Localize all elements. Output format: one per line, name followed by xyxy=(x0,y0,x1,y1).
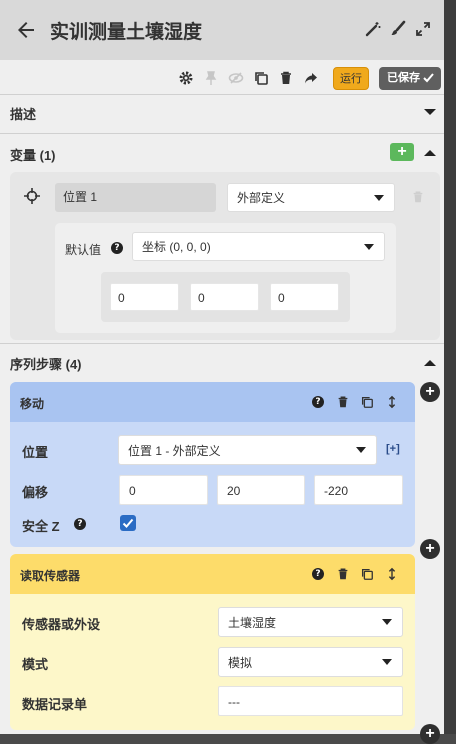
chevron-down-icon[interactable] xyxy=(423,107,437,117)
description-section-title[interactable]: 描述 xyxy=(10,104,36,123)
coord-y-input[interactable]: 0 xyxy=(190,283,259,311)
variable-type-value: 外部定义 xyxy=(237,191,286,205)
help-icon[interactable]: ? xyxy=(111,242,123,254)
sensor-value: 土壤湿度 xyxy=(228,616,277,630)
title-bar: 实训测量土壤湿度 xyxy=(0,0,444,60)
divider xyxy=(0,343,444,344)
offset-label: 偏移 xyxy=(22,485,49,500)
variables-section-title[interactable]: 变量 (1) xyxy=(10,145,56,164)
position-select[interactable]: 位置 1 - 外部定义 xyxy=(118,435,377,465)
duplicate-icon[interactable] xyxy=(360,395,374,409)
saved-button[interactable]: 已保存 xyxy=(379,67,441,90)
default-value-label: 默认值 xyxy=(65,241,101,258)
back-arrow-icon[interactable] xyxy=(14,18,38,42)
coord-z-input[interactable]: 0 xyxy=(270,283,339,311)
help-icon[interactable]: ? xyxy=(312,396,324,408)
run-button[interactable]: 运行 xyxy=(333,67,369,90)
safe-z-checkbox[interactable] xyxy=(120,515,136,531)
magic-wand-icon[interactable] xyxy=(364,20,382,38)
read-sensor-step-header[interactable]: 读取传感器 ? xyxy=(10,554,415,594)
check-icon xyxy=(423,73,434,83)
caret-down-icon xyxy=(364,243,374,250)
pin-icon[interactable] xyxy=(203,70,219,86)
check-icon xyxy=(122,518,134,528)
page-title: 实训测量土壤湿度 xyxy=(50,21,203,43)
variable-name-field[interactable]: 位置 1 xyxy=(55,183,216,212)
default-value-selected: 坐标 (0, 0, 0) xyxy=(142,240,211,254)
variable-type-select[interactable]: 外部定义 xyxy=(227,183,395,212)
eye-slash-icon[interactable] xyxy=(228,70,244,86)
divider xyxy=(0,94,444,95)
default-value-text: 默认值 xyxy=(65,243,102,257)
caret-down-icon xyxy=(382,619,392,625)
move-step-title: 移动 xyxy=(20,397,45,411)
sensor-label: 传感器或外设 xyxy=(22,617,101,632)
datatable-label: 数据记录单 xyxy=(22,697,88,712)
caret-down-icon xyxy=(374,194,384,201)
crosshair-icon xyxy=(24,188,40,204)
chevron-up-icon[interactable] xyxy=(423,148,437,158)
duplicate-icon[interactable] xyxy=(360,567,374,581)
mode-select[interactable]: 模拟 xyxy=(218,647,403,677)
offset-x-input[interactable]: 0 xyxy=(119,475,208,505)
steps-section-title[interactable]: 序列步骤 (4) xyxy=(10,354,82,373)
sequence-editor-panel: 实训测量土壤湿度 运行 已保存 描述 变量 (1) + 位置 1 外部定义 默认… xyxy=(0,0,444,734)
divider xyxy=(0,133,444,134)
add-variable-button[interactable]: + xyxy=(390,143,414,161)
add-step-button[interactable]: + xyxy=(420,382,440,402)
expand-icon[interactable] xyxy=(414,20,432,38)
drag-handle-icon[interactable] xyxy=(385,395,399,409)
mode-value: 模拟 xyxy=(228,656,253,670)
trash-icon[interactable] xyxy=(411,190,425,204)
add-step-button[interactable]: + xyxy=(420,539,440,559)
trash-icon[interactable] xyxy=(336,395,350,409)
chevron-up-icon[interactable] xyxy=(423,358,437,368)
saved-label: 已保存 xyxy=(387,72,420,84)
add-step-button[interactable]: + xyxy=(420,724,440,744)
offset-y-input[interactable]: 20 xyxy=(217,475,305,505)
share-icon[interactable] xyxy=(303,70,319,86)
help-icon[interactable]: ? xyxy=(74,518,86,530)
move-step-header[interactable]: 移动 ? xyxy=(10,382,415,422)
gear-icon[interactable] xyxy=(178,70,194,86)
position-label: 位置 xyxy=(22,445,49,460)
trash-icon[interactable] xyxy=(278,70,294,86)
caret-down-icon xyxy=(382,659,392,665)
position-value: 位置 1 - 外部定义 xyxy=(128,444,221,458)
read-sensor-step-title: 读取传感器 xyxy=(20,569,81,583)
trash-icon[interactable] xyxy=(336,567,350,581)
add-variable-link[interactable]: [+] xyxy=(386,443,400,455)
drag-handle-icon[interactable] xyxy=(385,567,399,581)
help-icon[interactable]: ? xyxy=(312,568,324,580)
datatable-input[interactable]: --- xyxy=(218,686,403,716)
offset-z-input[interactable]: -220 xyxy=(314,475,403,505)
copy-icon[interactable] xyxy=(253,70,269,86)
coord-x-input[interactable]: 0 xyxy=(110,283,179,311)
mode-label: 模式 xyxy=(22,657,49,672)
safe-z-label: 安全 Z xyxy=(22,519,60,534)
sensor-select[interactable]: 土壤湿度 xyxy=(218,607,403,637)
default-value-select[interactable]: 坐标 (0, 0, 0) xyxy=(132,232,385,261)
brush-icon[interactable] xyxy=(389,20,407,38)
right-edge-strip xyxy=(444,0,456,734)
caret-down-icon xyxy=(356,447,366,453)
